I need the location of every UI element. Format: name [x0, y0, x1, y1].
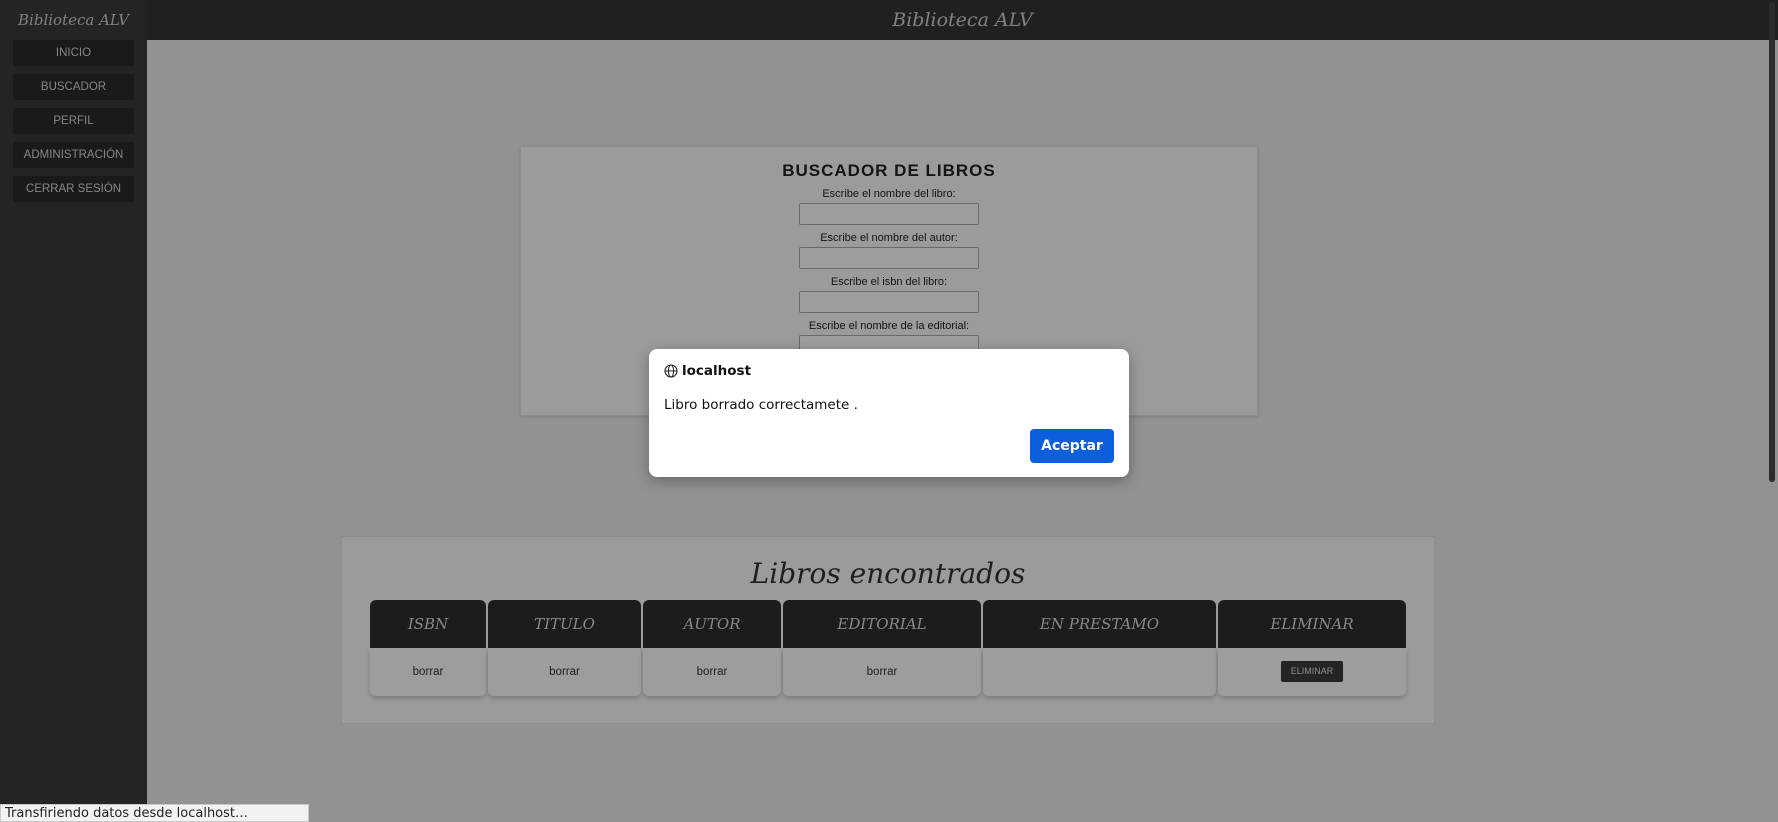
globe-icon [664, 364, 678, 378]
status-bar: Transfiriendo datos desde localhost… [0, 804, 309, 822]
dialog-header: localhost [664, 363, 751, 379]
dialog-origin: localhost [682, 363, 752, 379]
scrollbar[interactable] [1764, 0, 1778, 822]
alert-dialog: localhost Libro borrado correctamete . A… [649, 349, 1129, 477]
scrollbar-thumb[interactable] [1769, 2, 1775, 482]
dialog-message: Libro borrado correctamete . [664, 397, 858, 413]
accept-button[interactable]: Aceptar [1030, 429, 1114, 463]
